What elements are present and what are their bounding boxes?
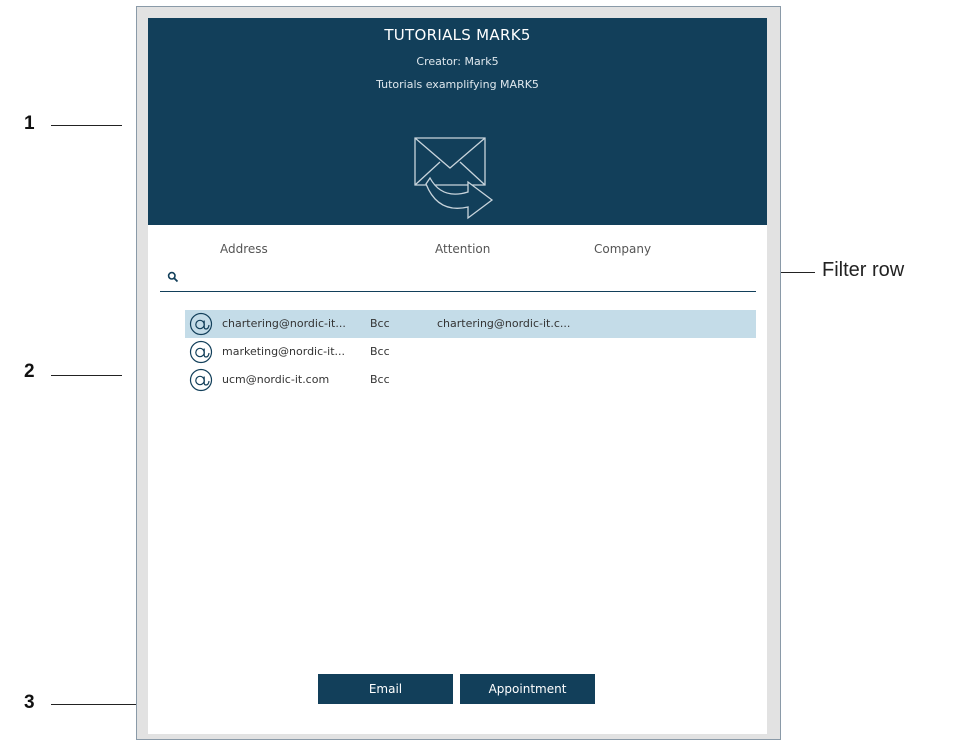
row-address: ucm@nordic-it.com xyxy=(222,373,330,386)
callout-line-1 xyxy=(51,125,122,126)
column-header-company[interactable]: Company xyxy=(594,242,651,256)
at-sign-icon xyxy=(189,312,213,336)
row-attention: chartering@nordic-it.c... xyxy=(437,317,571,330)
appointment-button[interactable]: Appointment xyxy=(460,674,595,704)
row-recipient-type: Bcc xyxy=(370,373,390,386)
filter-row-callout-label: Filter row xyxy=(822,259,905,281)
at-sign-icon xyxy=(189,340,213,364)
recipient-list: chartering@nordic-it... Bcc chartering@n… xyxy=(185,310,756,394)
list-item[interactable]: chartering@nordic-it... Bcc chartering@n… xyxy=(185,310,756,338)
row-recipient-type: Bcc xyxy=(370,317,390,330)
email-button[interactable]: Email xyxy=(318,674,453,704)
row-recipient-type: Bcc xyxy=(370,345,390,358)
filter-row xyxy=(160,266,756,292)
column-header-attention[interactable]: Attention xyxy=(435,242,490,256)
header-creator: Creator: Mark5 xyxy=(416,55,499,68)
column-header-address[interactable]: Address xyxy=(220,242,268,256)
email-panel: TUTORIALS MARK5 Creator: Mark5 Tutorials… xyxy=(148,18,767,734)
callout-number-1: 1 xyxy=(24,113,35,134)
mail-forward-icon xyxy=(414,137,494,220)
list-item[interactable]: marketing@nordic-it... Bcc xyxy=(185,338,756,366)
at-sign-icon xyxy=(189,368,213,392)
header-title: TUTORIALS MARK5 xyxy=(384,26,531,44)
search-icon xyxy=(167,271,179,283)
callout-line-2 xyxy=(51,375,122,376)
header-description: Tutorials examplifying MARK5 xyxy=(376,78,539,91)
row-address: marketing@nordic-it... xyxy=(222,345,345,358)
list-item[interactable]: ucm@nordic-it.com Bcc xyxy=(185,366,756,394)
callout-number-2: 2 xyxy=(24,361,35,382)
filter-input[interactable] xyxy=(186,268,750,290)
panel-header: TUTORIALS MARK5 Creator: Mark5 Tutorials… xyxy=(148,18,767,225)
callout-number-3: 3 xyxy=(24,692,35,713)
row-address: chartering@nordic-it... xyxy=(222,317,346,330)
